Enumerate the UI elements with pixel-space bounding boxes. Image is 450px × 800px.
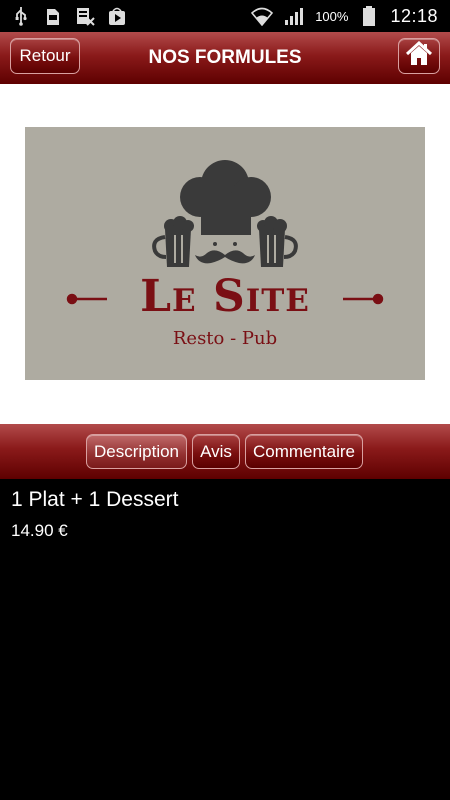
tab-description[interactable]: Description	[86, 434, 187, 469]
usb-icon	[10, 5, 32, 27]
header-bar: Retour NOS FORMULES	[0, 32, 450, 84]
signal-icon	[283, 5, 305, 27]
banner-area: Le Site Resto - Pub	[0, 84, 450, 424]
battery-icon	[358, 5, 380, 27]
tab-commentaire[interactable]: Commentaire	[245, 434, 363, 469]
clock: 12:18	[390, 5, 438, 26]
logo-tagline: Resto - Pub	[172, 328, 278, 349]
formula-name: 1 Plat + 1 Dessert	[11, 488, 179, 511]
wifi-icon	[251, 5, 274, 27]
home-button[interactable]	[398, 38, 440, 74]
formula-price: 14.90 €	[11, 521, 68, 540]
moustache-icon	[195, 242, 255, 264]
tab-bar: Description Avis Commentaire	[0, 424, 450, 479]
beer-mug-left-icon	[152, 216, 194, 267]
battery-percent: 100%	[315, 8, 349, 24]
no-sim-icon	[74, 5, 96, 27]
play-store-icon	[106, 5, 128, 27]
tab-avis[interactable]: Avis	[192, 434, 240, 469]
status-bar: 100% 12:18	[0, 0, 450, 32]
page-title: NOS FORMULES	[148, 47, 302, 68]
beer-mug-right-icon	[257, 216, 298, 267]
logo-name: Le Site	[140, 271, 310, 322]
home-icon	[405, 40, 433, 72]
sd-card-icon	[42, 5, 64, 27]
back-button[interactable]: Retour	[10, 38, 80, 74]
restaurant-logo: Le Site Resto - Pub	[25, 127, 425, 380]
